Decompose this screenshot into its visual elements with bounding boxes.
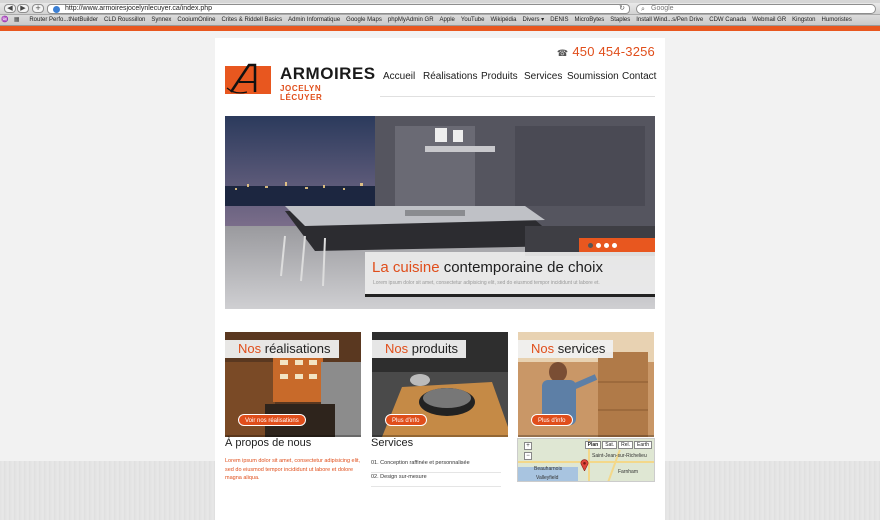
services-title: Services — [371, 437, 414, 449]
map-pin-icon[interactable] — [580, 459, 589, 471]
bookmark-item[interactable]: Kingston — [792, 15, 815, 25]
forward-icon[interactable]: ▶ — [17, 4, 29, 13]
bookmark-item[interactable]: Router Perfo...tNetBuilder — [29, 15, 98, 25]
bookmark-item[interactable]: CDW Canada — [709, 15, 746, 25]
reading-list-icon[interactable]: ♒ — [0, 15, 10, 25]
map-place-label: Farnham — [618, 469, 639, 475]
services-list-item[interactable]: 02. Design sur-mesure — [371, 473, 501, 487]
map-place-label: Beauharnois — [534, 466, 563, 472]
about-title: À propos de nous — [225, 437, 312, 449]
back-icon[interactable]: ◀ — [4, 4, 16, 13]
bookmark-item[interactable]: Synnex — [151, 15, 171, 25]
footer-columns: À propos de nous Lorem ipsum dolor sit a… — [215, 0, 665, 520]
map-type-sat[interactable]: Sat. — [602, 441, 618, 449]
bookmark-item[interactable]: CooiumOnline — [177, 15, 215, 25]
add-bookmark-icon[interactable]: + — [32, 4, 44, 13]
map-zoom-in-icon[interactable]: + — [524, 442, 532, 450]
services-list-item[interactable]: 01. Conception raffinée et personnalisée — [371, 459, 501, 473]
bookmark-item[interactable]: CLD Roussillon — [104, 15, 145, 25]
map-type-plan[interactable]: Plan — [584, 441, 602, 449]
map-type-rel[interactable]: Rel. — [618, 441, 634, 449]
map-type-buttons: Plan Sat. Rel. Earth — [584, 441, 652, 449]
top-sites-icon[interactable]: ▦ — [12, 15, 22, 25]
url-text: http://www.armoiresjocelynlecuyer.ca/ind… — [65, 5, 213, 12]
about-text: Lorem ipsum dolor sit amet, consectetur … — [225, 458, 361, 481]
bookmark-item[interactable]: Humoristes — [822, 15, 852, 25]
location-map[interactable]: + − Plan Sat. Rel. Earth Saint-Jean-sur-Ric… — [517, 438, 655, 482]
map-place-label: Saint-Jean-sur-Richelieu — [592, 453, 647, 459]
search-field[interactable]: ⌕ Google — [636, 4, 876, 14]
map-type-earth[interactable]: Earth — [634, 441, 652, 449]
services-list: 01. Conception raffinée et personnalisée… — [371, 459, 501, 487]
map-place-label: Valleyfield — [536, 475, 559, 481]
bookmark-item[interactable]: Webmail GR — [752, 15, 786, 25]
map-zoom-controls: + − — [524, 442, 532, 472]
map-zoom-out-icon[interactable]: − — [524, 452, 532, 460]
globe-icon — [53, 6, 60, 13]
